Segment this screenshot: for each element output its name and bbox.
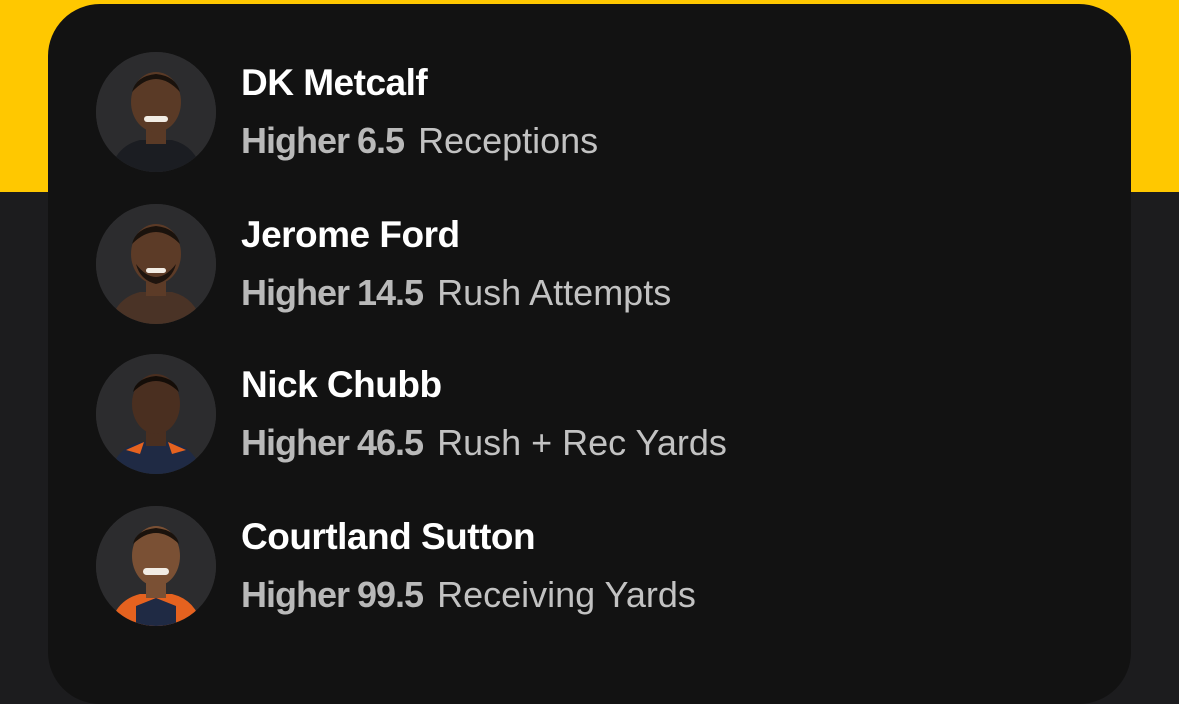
player-headshot-icon: [96, 506, 216, 626]
player-name: Courtland Sutton: [241, 516, 536, 557]
player-headshot-icon: [96, 52, 216, 172]
pick-row-1[interactable]: DK Metcalf Higher 6.5 Receptions: [96, 52, 1096, 174]
pick-line-value: 46.5: [357, 422, 424, 463]
pick-stat-type: Receiving Yards: [437, 574, 696, 615]
pick-direction: Higher: [241, 422, 350, 463]
pick-direction: Higher: [241, 120, 350, 161]
player-name: Nick Chubb: [241, 364, 442, 405]
player-name: DK Metcalf: [241, 62, 428, 103]
pick-row-2[interactable]: Jerome Ford Higher 14.5 Rush Attempts: [96, 204, 1096, 326]
pick-stat-type: Rush Attempts: [437, 272, 672, 313]
pick-detail: Higher 6.5 Receptions: [241, 120, 598, 162]
player-name: Jerome Ford: [241, 214, 460, 255]
pick-stat-type: Receptions: [418, 120, 599, 161]
pick-line-value: 14.5: [357, 272, 424, 313]
pick-line-value: 99.5: [357, 574, 424, 615]
pick-stat-type: Rush + Rec Yards: [437, 422, 727, 463]
pick-detail: Higher 14.5 Rush Attempts: [241, 272, 671, 314]
pick-detail: Higher 46.5 Rush + Rec Yards: [241, 422, 727, 464]
pick-direction: Higher: [241, 574, 350, 615]
player-headshot-icon: [96, 204, 216, 324]
pick-detail: Higher 99.5 Receiving Yards: [241, 574, 696, 616]
pick-row-3[interactable]: Nick Chubb Higher 46.5 Rush + Rec Yards: [96, 354, 1096, 476]
pick-direction: Higher: [241, 272, 350, 313]
pick-row-4[interactable]: Courtland Sutton Higher 99.5 Receiving Yar…: [96, 506, 1096, 628]
player-headshot-icon: [96, 354, 216, 474]
pick-line-value: 6.5: [357, 120, 405, 161]
